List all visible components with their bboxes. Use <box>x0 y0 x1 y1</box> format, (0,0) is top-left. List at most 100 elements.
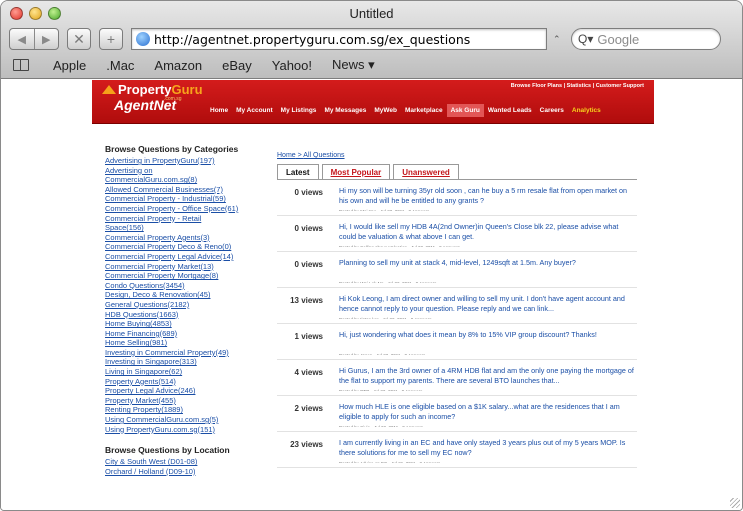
category-link[interactable]: Advertising in PropertyGuru(197) <box>105 156 255 166</box>
question-link[interactable]: I am currently living in an EC and have … <box>339 438 637 458</box>
question-link[interactable]: Planning to sell my unit at stack 4, mid… <box>339 258 637 278</box>
question-row: 4 views Hi Gurus, I am the 3rd owner of a… <box>277 360 637 396</box>
nav-ask-guru[interactable]: Ask Guru <box>446 104 484 117</box>
breadcrumb-home[interactable]: Home <box>277 152 296 159</box>
search-field[interactable]: Q▾ Google <box>571 28 721 50</box>
location-heading: Browse Questions by Location <box>105 445 230 456</box>
nav-my-messages[interactable]: My Messages <box>320 104 370 117</box>
category-link[interactable]: Commercial Property Market(13) <box>105 262 255 272</box>
logo-text-property: Property <box>118 82 172 97</box>
breadcrumb-current[interactable]: All Questions <box>303 152 344 159</box>
category-link[interactable]: HDB Questions(1663) <box>105 310 255 320</box>
location-link[interactable]: Orchard / Holland (D09-10) <box>105 467 255 477</box>
question-link[interactable]: Hi Gurus, I am the 3rd owner of a 4RM HD… <box>339 366 637 386</box>
category-link[interactable]: CommercialGuru.com.sg(8) <box>105 175 255 185</box>
address-bar[interactable]: http://agentnet.propertyguru.com.sg/ex_q… <box>131 28 547 50</box>
browser-window: Untitled ◀ ▶ ✕ + http://agentnet.propert… <box>0 0 743 511</box>
reload-icon[interactable]: ⌃ <box>553 30 567 48</box>
tab-latest[interactable]: Latest <box>277 164 319 179</box>
stop-button[interactable]: ✕ <box>67 28 91 50</box>
category-link[interactable]: Commercial Property Deco & Reno(0) <box>105 242 255 252</box>
category-link[interactable]: Investing in Singapore(313) <box>105 357 255 367</box>
tab-most-popular[interactable]: Most Popular <box>321 164 391 179</box>
category-link[interactable]: Property Market(455) <box>105 396 255 406</box>
question-meta: Posted by Selling above Valuation - Jul … <box>339 245 637 247</box>
top-links[interactable]: Browse Floor Plans | Statistics | Custom… <box>511 83 644 89</box>
sidebar: Browse Questions by Categories Advertisi… <box>105 144 255 476</box>
category-link[interactable]: Home Financing(689) <box>105 329 255 339</box>
nav-careers[interactable]: Careers <box>536 104 568 117</box>
question-body: Hi, I would like sell my HDB 4A(2nd Owne… <box>331 222 637 247</box>
question-row: 2 views How much HLE is one eligible base… <box>277 396 637 432</box>
question-meta: Posted by Advice on EC - Jul 21, 2011 - … <box>339 461 637 463</box>
back-button[interactable]: ◀ <box>10 29 34 49</box>
question-row: 23 views I am currently living in an EC a… <box>277 432 637 468</box>
question-link[interactable]: Hi Kok Leong, I am direct owner and will… <box>339 294 637 314</box>
category-link[interactable]: Allowed Commercial Businesses(7) <box>105 185 255 195</box>
question-body: I am currently living in an EC and have … <box>331 438 637 463</box>
question-body: Hi, just wondering what does it mean by … <box>331 330 637 355</box>
bookmark-item[interactable]: Yahoo! <box>272 58 312 73</box>
nav-home[interactable]: Home <box>206 104 232 117</box>
category-link[interactable]: General Questions(2182) <box>105 300 255 310</box>
category-link[interactable]: Commercial Property - Industrial(59) <box>105 194 255 204</box>
question-body: Hi Kok Leong, I am direct owner and will… <box>331 294 637 319</box>
nav-myweb[interactable]: MyWeb <box>370 104 401 117</box>
bookmark-item[interactable]: Amazon <box>154 58 202 73</box>
category-link[interactable]: Using CommercialGuru.com.sg(5) <box>105 415 255 425</box>
question-body: Hi my son will be turning 35yr old soon … <box>331 186 637 211</box>
globe-icon <box>136 32 150 46</box>
question-body: Planning to sell my unit at stack 4, mid… <box>331 258 637 283</box>
category-link[interactable]: Property Legal Advice(246) <box>105 386 255 396</box>
nav-analytics[interactable]: Analytics <box>568 104 605 117</box>
category-link[interactable]: Investing in Commercial Property(49) <box>105 348 255 358</box>
question-tabs: Latest Most Popular Unanswered <box>277 164 637 180</box>
question-meta: Posted by Jason - Jul 22, 2011 - 0 Answe… <box>339 353 637 355</box>
category-link[interactable]: Using PropertyGuru.com.sg(151) <box>105 425 255 435</box>
question-row: 0 views Planning to sell my unit at stack… <box>277 252 637 288</box>
window-title: Untitled <box>349 6 394 21</box>
category-link[interactable]: Commercial Property - Office Space(61) <box>105 204 255 214</box>
category-link[interactable]: Advertising on <box>105 166 255 176</box>
category-link[interactable]: Commercial Property Legal Advice(14) <box>105 252 255 262</box>
site-logo[interactable]: PropertyGuru .com.sg <box>102 82 203 102</box>
category-link[interactable]: Home Selling(981) <box>105 338 255 348</box>
bookmark-item[interactable]: News ▾ <box>332 57 375 73</box>
question-body: Hi Gurus, I am the 3rd owner of a 4RM HD… <box>331 366 637 391</box>
nav-marketplace[interactable]: Marketplace <box>401 104 447 117</box>
resize-grip[interactable] <box>730 498 740 508</box>
category-link[interactable]: Property Agents(514) <box>105 377 255 387</box>
category-link[interactable]: Commercial Property Mortgage(8) <box>105 271 255 281</box>
bookmarks-book-icon[interactable] <box>13 59 29 71</box>
question-list: 0 views Hi my son will be turning 35yr ol… <box>277 180 637 468</box>
nav-my-listings[interactable]: My Listings <box>277 104 321 117</box>
category-link[interactable]: Renting Property(1889) <box>105 405 255 415</box>
category-link[interactable]: Living in Singapore(62) <box>105 367 255 377</box>
bookmark-item[interactable]: Apple <box>53 58 86 73</box>
category-link[interactable]: Condo Questions(3454) <box>105 281 255 291</box>
nav-my-account[interactable]: My Account <box>232 104 277 117</box>
category-link[interactable]: Space(156) <box>105 223 255 233</box>
bookmark-item[interactable]: .Mac <box>106 58 134 73</box>
location-link[interactable]: City & South West (D01-08) <box>105 457 255 467</box>
breadcrumb: Home > All Questions <box>277 152 637 159</box>
category-link[interactable]: Home Buying(4853) <box>105 319 255 329</box>
nav-buttons: ◀ ▶ <box>9 28 59 50</box>
view-count: 0 views <box>294 188 323 197</box>
question-link[interactable]: How much HLE is one eligible based on a … <box>339 402 637 422</box>
site-header: PropertyGuru .com.sg AgentNet Browse Flo… <box>92 80 654 124</box>
bookmark-item[interactable]: eBay <box>222 58 252 73</box>
forward-button[interactable]: ▶ <box>33 29 59 49</box>
location-list: City & South West (D01-08) Orchard / Holl… <box>105 457 255 476</box>
logo-text-guru: Guru <box>171 82 203 97</box>
category-link[interactable]: Design, Deco & Renovation(45) <box>105 290 255 300</box>
category-link[interactable]: Commercial Property - Retail <box>105 214 255 224</box>
questions-panel: Home > All Questions Latest Most Popular… <box>277 152 637 468</box>
question-link[interactable]: Hi, I would like sell my HDB 4A(2nd Owne… <box>339 222 637 242</box>
category-link[interactable]: Commercial Property Agents(3) <box>105 233 255 243</box>
question-link[interactable]: Hi, just wondering what does it mean by … <box>339 330 637 350</box>
add-bookmark-button[interactable]: + <box>99 28 123 50</box>
nav-wanted-leads[interactable]: Wanted Leads <box>484 104 536 117</box>
tab-unanswered[interactable]: Unanswered <box>393 164 459 179</box>
question-link[interactable]: Hi my son will be turning 35yr old soon … <box>339 186 637 206</box>
